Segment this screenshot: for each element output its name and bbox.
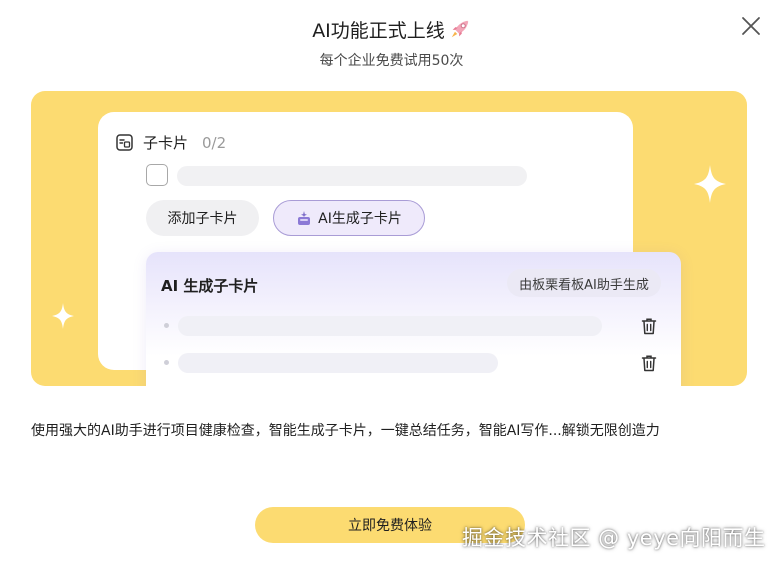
ai-generate-subcard-button[interactable]: AI生成子卡片 bbox=[273, 200, 425, 236]
rocket-icon bbox=[451, 20, 469, 38]
subcard-label: 子卡片 bbox=[143, 134, 189, 152]
dialog-title: AI功能正式上线 bbox=[0, 15, 783, 43]
subcard-placeholder-bar bbox=[177, 166, 527, 186]
list-item-bullet bbox=[164, 323, 169, 328]
sparkle-icon bbox=[694, 165, 726, 203]
list-item-bullet bbox=[164, 360, 169, 365]
feature-description: 使用强大的AI助手进行项目健康检查，智能生成子卡片，一键总结任务，智能AI写作.… bbox=[31, 423, 660, 439]
dialog-subtitle: 每个企业免费试用50次 bbox=[319, 53, 464, 69]
generated-item-placeholder bbox=[178, 353, 498, 373]
ai-panel-tag: 由板栗看板AI助手生成 bbox=[507, 269, 661, 297]
generated-item-placeholder bbox=[178, 316, 602, 336]
subcard-checkbox[interactable] bbox=[146, 164, 168, 186]
ai-generate-panel: AI 生成子卡片 由板栗看板AI助手生成 bbox=[146, 252, 681, 386]
sparkle-icon bbox=[52, 303, 74, 329]
close-icon[interactable] bbox=[740, 15, 762, 37]
ai-panel-title: AI 生成子卡片 bbox=[161, 277, 259, 295]
ai-magic-icon bbox=[298, 211, 311, 225]
ai-generate-subcard-label: AI生成子卡片 bbox=[318, 211, 402, 227]
feature-banner: 子卡片 0/2 添加子卡片 AI生成子卡片 AI 生成子卡片 由板栗看板AI助手… bbox=[31, 91, 747, 386]
trash-icon[interactable] bbox=[641, 354, 657, 372]
trash-icon[interactable] bbox=[641, 317, 657, 335]
dialog-title-text: AI功能正式上线 bbox=[312, 19, 445, 42]
subcard-header: 子卡片 0/2 bbox=[116, 132, 226, 153]
subcard-count: 0/2 bbox=[202, 133, 227, 152]
subcard-icon bbox=[116, 134, 133, 151]
watermark-text: 掘金技术社区 @ yeye向阳而生 bbox=[462, 526, 766, 550]
add-subcard-button[interactable]: 添加子卡片 bbox=[146, 200, 259, 236]
